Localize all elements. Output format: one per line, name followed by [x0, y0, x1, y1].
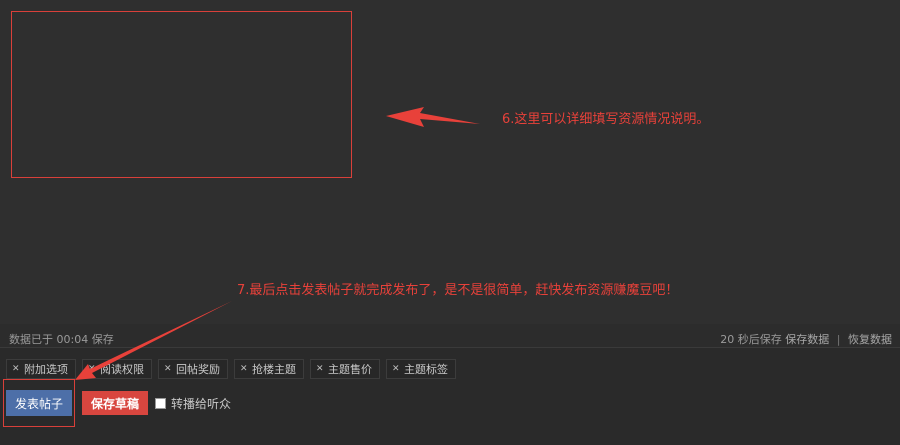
tab-topic-price[interactable]: ✕ 主题售价	[310, 359, 380, 379]
close-icon: ✕	[12, 363, 20, 374]
tab-reply-reward[interactable]: ✕ 回帖奖励	[158, 359, 228, 379]
broadcast-checkbox[interactable]	[155, 397, 167, 409]
tab-extra-options[interactable]: ✕ 附加选项	[6, 359, 76, 379]
save-draft-button[interactable]: 保存草稿	[82, 391, 149, 415]
tab-label: 主题标签	[404, 363, 448, 376]
tab-label: 附加选项	[24, 363, 68, 376]
broadcast-option[interactable]: 转播给听众	[155, 395, 231, 412]
autosave-countdown: 20 秒后保存	[720, 333, 782, 346]
post-options-tabs: ✕ 附加选项 ✕ 阅读权限 ✕ 回帖奖励 ✕ 抢楼主题 ✕ 主题售价 ✕ 主题标…	[6, 359, 456, 379]
post-actions: 发表帖子 保存草稿 转播给听众	[6, 390, 231, 416]
tab-topic-tags[interactable]: ✕ 主题标签	[386, 359, 456, 379]
tab-read-permission[interactable]: ✕ 阅读权限	[82, 359, 152, 379]
annotation-note-7: 7.最后点击发表帖子就完成发布了，是不是很简单，赶快发布资源赚魔豆吧！	[237, 283, 679, 298]
status-separator: |	[836, 333, 841, 346]
tab-label: 回帖奖励	[176, 363, 220, 376]
status-bar: 数据已于 00:04 保存 20 秒后保存 保存数据 | 恢复数据	[0, 324, 900, 348]
save-data-link[interactable]: 保存数据	[785, 333, 829, 346]
tab-label: 阅读权限	[100, 363, 144, 376]
close-icon: ✕	[392, 363, 400, 374]
status-actions: 20 秒后保存 保存数据 | 恢复数据	[720, 331, 892, 347]
tab-label: 抢楼主题	[252, 363, 296, 376]
autosave-status: 数据已于 00:04 保存	[9, 333, 114, 346]
close-icon: ✕	[316, 363, 324, 374]
broadcast-label: 转播给听众	[171, 396, 232, 411]
close-icon: ✕	[240, 363, 248, 374]
tab-floor-grab[interactable]: ✕ 抢楼主题	[234, 359, 304, 379]
close-icon: ✕	[88, 363, 96, 374]
restore-data-link[interactable]: 恢复数据	[848, 333, 892, 346]
close-icon: ✕	[164, 363, 172, 374]
tab-label: 主题售价	[328, 363, 372, 376]
publish-post-button[interactable]: 发表帖子	[6, 390, 73, 416]
annotation-box-editor	[11, 11, 352, 178]
annotation-note-6: 6.这里可以详细填写资源情况说明。	[502, 112, 710, 127]
